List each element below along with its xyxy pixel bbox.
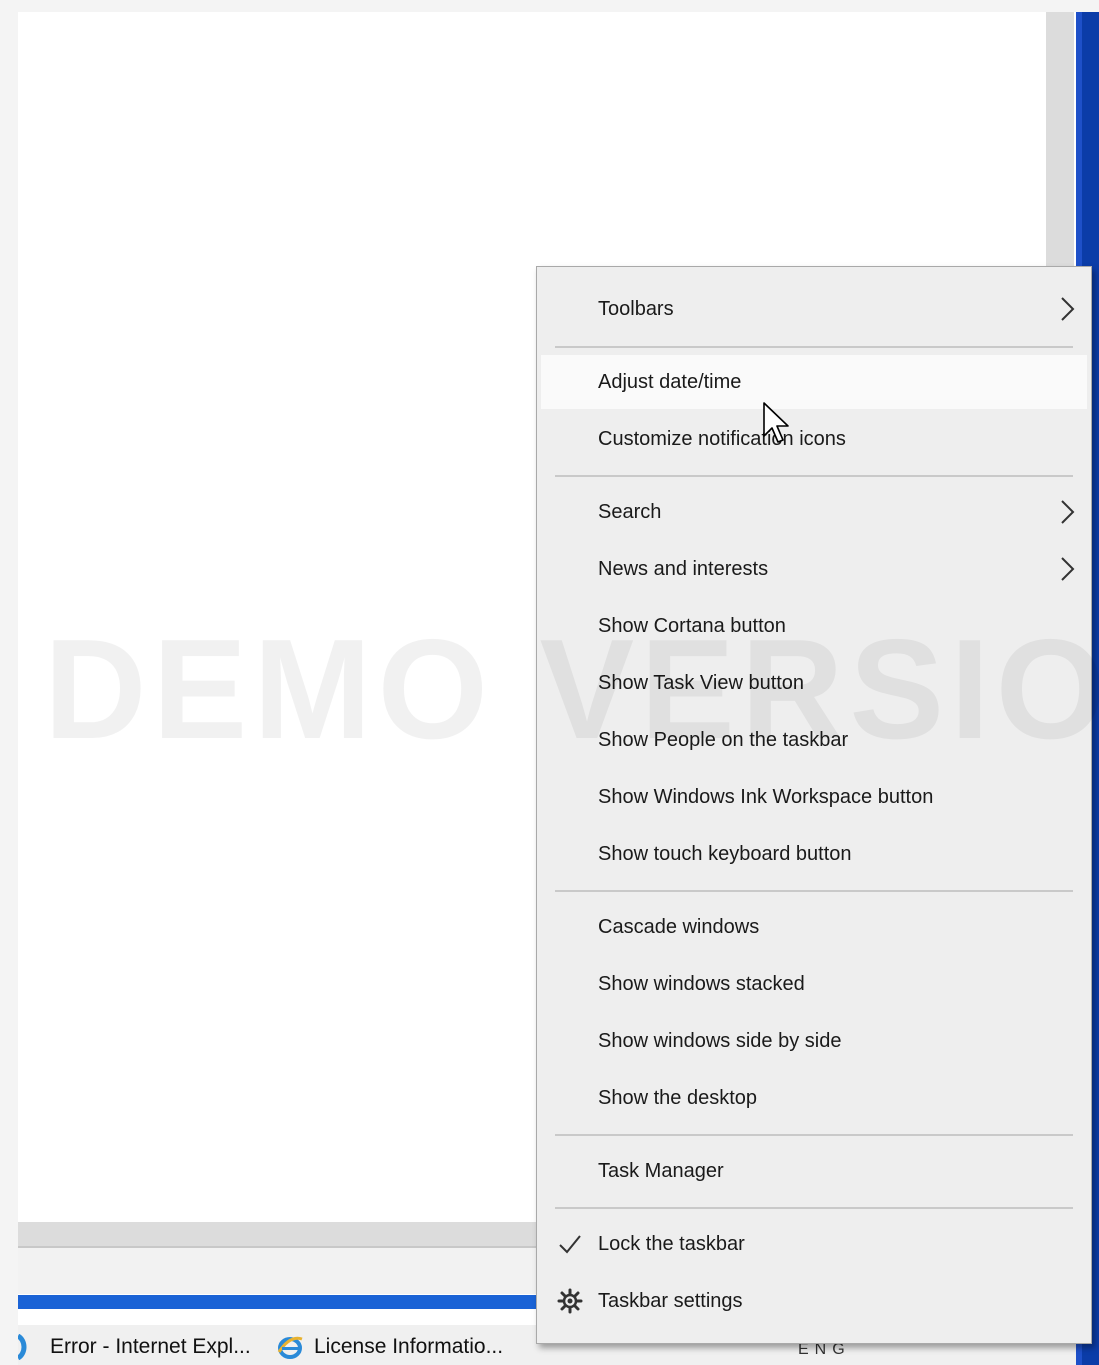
menu-separator [555, 1134, 1073, 1136]
menu-item-show-task-view-button[interactable]: Show Task View button [541, 656, 1087, 710]
chevron-right-icon [1061, 297, 1075, 321]
taskbar-context-menu: Toolbars Adjust date/time Customize noti… [536, 266, 1092, 1344]
gear-icon [557, 1288, 583, 1314]
menu-item-show-the-desktop[interactable]: Show the desktop [541, 1071, 1087, 1125]
menu-separator [555, 1207, 1073, 1209]
menu-item-customize-notification-icons[interactable]: Customize notification icons [541, 412, 1087, 466]
menu-item-show-touch-keyboard[interactable]: Show touch keyboard button [541, 827, 1087, 881]
menu-item-toolbars[interactable]: Toolbars [541, 282, 1087, 336]
menu-separator [555, 475, 1073, 477]
menu-item-news-and-interests[interactable]: News and interests [541, 542, 1087, 596]
menu-item-task-manager[interactable]: Task Manager [541, 1144, 1087, 1198]
menu-item-show-windows-side-by-side[interactable]: Show windows side by side [541, 1014, 1087, 1068]
taskbar-button-label: License Informatio... [314, 1335, 504, 1358]
menu-item-show-windows-stacked[interactable]: Show windows stacked [541, 957, 1087, 1011]
menu-item-taskbar-settings[interactable]: Taskbar settings [541, 1274, 1087, 1328]
menu-item-show-people[interactable]: Show People on the taskbar [541, 713, 1087, 767]
menu-separator [555, 346, 1073, 348]
menu-item-adjust-date-time[interactable]: Adjust date/time [541, 355, 1087, 409]
taskbar-button-license-info[interactable]: License Informatio... [276, 1331, 503, 1363]
internet-explorer-icon [18, 1333, 40, 1361]
menu-item-show-cortana-button[interactable]: Show Cortana button [541, 599, 1087, 653]
internet-explorer-icon [276, 1333, 304, 1361]
chevron-right-icon [1061, 500, 1075, 524]
checkmark-icon [559, 1235, 581, 1254]
menu-item-show-windows-ink[interactable]: Show Windows Ink Workspace button [541, 770, 1087, 824]
chevron-right-icon [1061, 557, 1075, 581]
taskbar-button-error-ie[interactable]: Error - Internet Expl... [18, 1331, 251, 1363]
menu-separator [555, 890, 1073, 892]
menu-item-lock-the-taskbar[interactable]: Lock the taskbar [541, 1217, 1087, 1271]
mouse-cursor-icon [763, 402, 789, 443]
menu-item-cascade-windows[interactable]: Cascade windows [541, 900, 1087, 954]
menu-item-search[interactable]: Search [541, 485, 1087, 539]
taskbar-button-label: Error - Internet Expl... [50, 1335, 251, 1358]
